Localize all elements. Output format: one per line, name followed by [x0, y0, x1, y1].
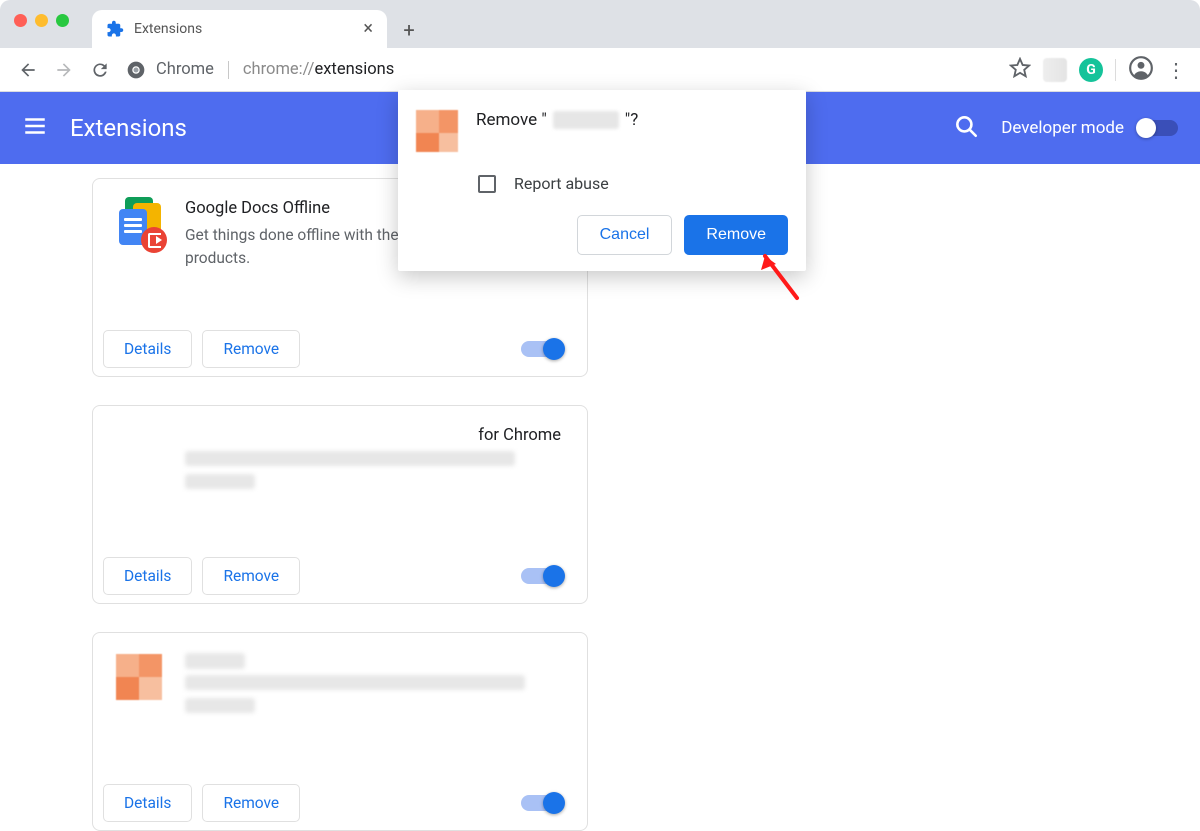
enable-toggle[interactable] — [521, 795, 561, 811]
report-abuse-label: Report abuse — [514, 174, 609, 193]
browser-toolbar: Chrome chrome://extensions G ⋮ — [0, 48, 1200, 92]
tab-title: Extensions — [134, 21, 353, 37]
remove-button[interactable]: Remove — [202, 784, 300, 822]
details-button[interactable]: Details — [103, 330, 192, 368]
forward-button[interactable] — [50, 56, 78, 84]
extension-description — [185, 675, 561, 713]
close-window-button[interactable] — [14, 14, 27, 27]
remove-extension-dialog: Remove " "? Report abuse Cancel Remove — [398, 90, 806, 271]
extension-badge-unknown[interactable] — [1043, 58, 1067, 82]
back-button[interactable] — [14, 56, 42, 84]
remove-button[interactable]: Remove — [202, 330, 300, 368]
dialog-title: Remove " "? — [476, 110, 638, 130]
dialog-extension-icon — [416, 110, 458, 152]
remove-button[interactable]: Remove — [202, 557, 300, 595]
minimize-window-button[interactable] — [35, 14, 48, 27]
dialog-remove-button[interactable]: Remove — [684, 215, 788, 255]
dialog-extension-name-blurred — [553, 111, 619, 129]
maximize-window-button[interactable] — [56, 14, 69, 27]
extension-icon — [106, 20, 124, 38]
url-scheme: chrome:// — [243, 60, 315, 79]
extension-icon-google-docs — [115, 199, 163, 247]
browser-tab[interactable]: Extensions × — [92, 10, 387, 48]
details-button[interactable]: Details — [103, 784, 192, 822]
window-titlebar: Extensions × + — [0, 0, 1200, 48]
dialog-cancel-button[interactable]: Cancel — [577, 215, 673, 255]
extension-title — [185, 653, 561, 669]
url-chip-label: Chrome — [156, 60, 214, 79]
extension-icon-unknown — [115, 653, 163, 701]
grammarly-badge[interactable]: G — [1079, 58, 1103, 82]
enable-toggle[interactable] — [521, 341, 561, 357]
bookmark-star-icon[interactable] — [1009, 57, 1031, 83]
extension-card: Details Remove — [92, 632, 588, 831]
new-tab-button[interactable]: + — [393, 14, 425, 46]
extension-card: for Chrome Details Remove — [92, 405, 588, 604]
search-icon[interactable] — [953, 113, 979, 143]
developer-mode-toggle[interactable] — [1138, 120, 1178, 136]
report-abuse-checkbox[interactable] — [478, 175, 496, 193]
menu-icon[interactable] — [22, 113, 48, 143]
toolbar-divider — [1115, 59, 1116, 81]
tab-close-icon[interactable]: × — [363, 20, 373, 38]
traffic-lights — [14, 14, 69, 27]
profile-icon[interactable] — [1128, 55, 1154, 85]
enable-toggle[interactable] — [521, 568, 561, 584]
url-separator — [228, 61, 229, 79]
url-path: extensions — [314, 60, 394, 79]
address-bar[interactable]: Chrome chrome://extensions — [126, 55, 993, 85]
overflow-menu-icon[interactable]: ⋮ — [1166, 58, 1186, 82]
developer-mode-label: Developer mode — [1001, 118, 1124, 138]
chrome-icon — [126, 60, 146, 80]
extension-description — [185, 451, 561, 489]
reload-button[interactable] — [86, 56, 114, 84]
details-button[interactable]: Details — [103, 557, 192, 595]
extension-title: for Chrome — [185, 426, 561, 445]
